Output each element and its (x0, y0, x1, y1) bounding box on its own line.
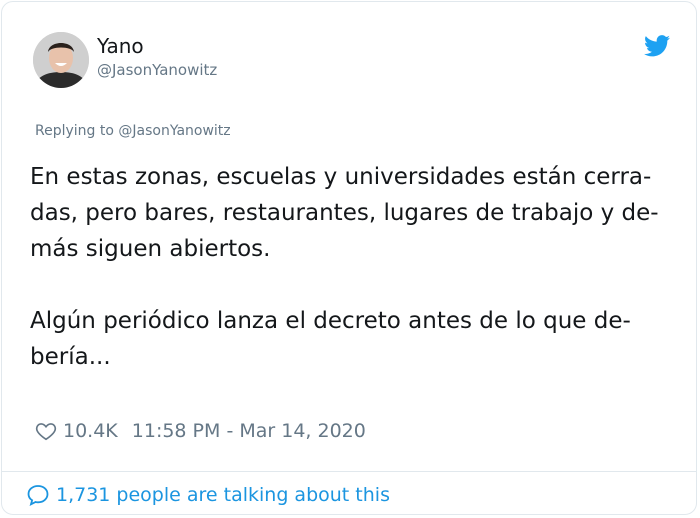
tweet-line: bería... (30, 344, 111, 370)
twitter-bird-icon[interactable] (644, 35, 670, 57)
tweet-line: En estas zonas, escuelas y universidades… (30, 164, 652, 190)
tweet-line: Algún periódico lanza el decreto antes d… (30, 308, 631, 334)
profile-photo-icon (33, 32, 89, 88)
like-count[interactable]: 10.4K (63, 420, 118, 442)
author-handle[interactable]: @JasonYanowitz (97, 61, 217, 79)
replying-to-text: Replying to @JasonYanowitz (35, 123, 231, 139)
avatar[interactable] (33, 32, 89, 88)
divider (2, 471, 696, 472)
tweet-timestamp[interactable]: 11:58 PM - Mar 14, 2020 (132, 420, 366, 442)
author-name[interactable]: Yano (97, 34, 144, 58)
tweet-text: En estas zonas, escuelas y universidades… (30, 159, 680, 375)
conversation-link[interactable]: 1,731 people are talking about this (26, 483, 390, 507)
tweet-paragraph-1: En estas zonas, escuelas y universidades… (30, 159, 680, 267)
speech-bubble-icon (27, 485, 49, 507)
conversation-label[interactable]: 1,731 people are talking about this (56, 484, 390, 506)
tweet-card: Yano @JasonYanowitz Replying to @JasonYa… (1, 1, 697, 515)
tweet-line: das, pero bares, restaurantes, lugares d… (30, 200, 659, 226)
tweet-line: más siguen abiertos. (30, 236, 271, 262)
tweet-stats: 10.4K 11:58 PM - Mar 14, 2020 (35, 420, 366, 442)
tweet-paragraph-2: Algún periódico lanza el decreto antes d… (30, 303, 680, 375)
heart-icon[interactable] (35, 420, 57, 442)
